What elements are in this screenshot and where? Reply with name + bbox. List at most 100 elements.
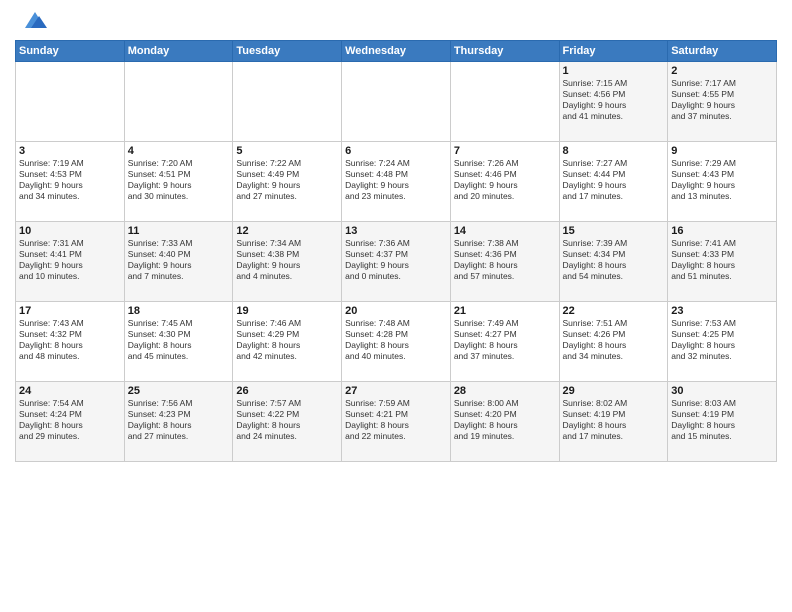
day-info: Sunrise: 7:27 AM Sunset: 4:44 PM Dayligh… — [563, 158, 665, 202]
week-row-5: 24Sunrise: 7:54 AM Sunset: 4:24 PM Dayli… — [16, 382, 777, 462]
logo — [15, 10, 47, 32]
header-row: SundayMondayTuesdayWednesdayThursdayFrid… — [16, 41, 777, 62]
week-row-1: 1Sunrise: 7:15 AM Sunset: 4:56 PM Daylig… — [16, 62, 777, 142]
calendar-cell — [124, 62, 233, 142]
week-row-4: 17Sunrise: 7:43 AM Sunset: 4:32 PM Dayli… — [16, 302, 777, 382]
calendar-cell: 5Sunrise: 7:22 AM Sunset: 4:49 PM Daylig… — [233, 142, 342, 222]
header-day-thursday: Thursday — [450, 41, 559, 62]
header-day-sunday: Sunday — [16, 41, 125, 62]
calendar-cell: 2Sunrise: 7:17 AM Sunset: 4:55 PM Daylig… — [668, 62, 777, 142]
day-number: 7 — [454, 145, 556, 157]
day-info: Sunrise: 7:57 AM Sunset: 4:22 PM Dayligh… — [236, 398, 338, 442]
page: SundayMondayTuesdayWednesdayThursdayFrid… — [0, 0, 792, 612]
day-info: Sunrise: 8:03 AM Sunset: 4:19 PM Dayligh… — [671, 398, 773, 442]
day-number: 25 — [128, 385, 230, 397]
calendar-cell: 30Sunrise: 8:03 AM Sunset: 4:19 PM Dayli… — [668, 382, 777, 462]
calendar-cell: 10Sunrise: 7:31 AM Sunset: 4:41 PM Dayli… — [16, 222, 125, 302]
calendar-cell: 12Sunrise: 7:34 AM Sunset: 4:38 PM Dayli… — [233, 222, 342, 302]
calendar-cell: 1Sunrise: 7:15 AM Sunset: 4:56 PM Daylig… — [559, 62, 668, 142]
calendar-cell: 19Sunrise: 7:46 AM Sunset: 4:29 PM Dayli… — [233, 302, 342, 382]
calendar-cell: 11Sunrise: 7:33 AM Sunset: 4:40 PM Dayli… — [124, 222, 233, 302]
day-info: Sunrise: 7:41 AM Sunset: 4:33 PM Dayligh… — [671, 238, 773, 282]
calendar-cell — [342, 62, 451, 142]
day-number: 3 — [19, 145, 121, 157]
calendar-body: 1Sunrise: 7:15 AM Sunset: 4:56 PM Daylig… — [16, 62, 777, 462]
day-number: 24 — [19, 385, 121, 397]
calendar-cell: 26Sunrise: 7:57 AM Sunset: 4:22 PM Dayli… — [233, 382, 342, 462]
day-number: 10 — [19, 225, 121, 237]
day-number: 9 — [671, 145, 773, 157]
day-number: 1 — [563, 65, 665, 77]
calendar-cell: 21Sunrise: 7:49 AM Sunset: 4:27 PM Dayli… — [450, 302, 559, 382]
day-info: Sunrise: 7:43 AM Sunset: 4:32 PM Dayligh… — [19, 318, 121, 362]
day-number: 8 — [563, 145, 665, 157]
day-number: 30 — [671, 385, 773, 397]
day-info: Sunrise: 7:36 AM Sunset: 4:37 PM Dayligh… — [345, 238, 447, 282]
calendar-cell: 15Sunrise: 7:39 AM Sunset: 4:34 PM Dayli… — [559, 222, 668, 302]
calendar-cell: 27Sunrise: 7:59 AM Sunset: 4:21 PM Dayli… — [342, 382, 451, 462]
day-info: Sunrise: 7:24 AM Sunset: 4:48 PM Dayligh… — [345, 158, 447, 202]
day-number: 2 — [671, 65, 773, 77]
header-day-monday: Monday — [124, 41, 233, 62]
day-number: 28 — [454, 385, 556, 397]
day-number: 4 — [128, 145, 230, 157]
calendar-cell: 23Sunrise: 7:53 AM Sunset: 4:25 PM Dayli… — [668, 302, 777, 382]
calendar-cell: 14Sunrise: 7:38 AM Sunset: 4:36 PM Dayli… — [450, 222, 559, 302]
day-number: 13 — [345, 225, 447, 237]
header-day-wednesday: Wednesday — [342, 41, 451, 62]
day-number: 19 — [236, 305, 338, 317]
day-number: 20 — [345, 305, 447, 317]
day-number: 15 — [563, 225, 665, 237]
calendar-header: SundayMondayTuesdayWednesdayThursdayFrid… — [16, 41, 777, 62]
logo-icon — [17, 10, 47, 32]
calendar-cell: 29Sunrise: 8:02 AM Sunset: 4:19 PM Dayli… — [559, 382, 668, 462]
header-day-friday: Friday — [559, 41, 668, 62]
day-number: 18 — [128, 305, 230, 317]
day-number: 22 — [563, 305, 665, 317]
calendar-cell: 25Sunrise: 7:56 AM Sunset: 4:23 PM Dayli… — [124, 382, 233, 462]
calendar-cell: 9Sunrise: 7:29 AM Sunset: 4:43 PM Daylig… — [668, 142, 777, 222]
day-info: Sunrise: 8:00 AM Sunset: 4:20 PM Dayligh… — [454, 398, 556, 442]
day-number: 23 — [671, 305, 773, 317]
day-info: Sunrise: 7:54 AM Sunset: 4:24 PM Dayligh… — [19, 398, 121, 442]
day-number: 11 — [128, 225, 230, 237]
calendar-table: SundayMondayTuesdayWednesdayThursdayFrid… — [15, 40, 777, 462]
day-info: Sunrise: 7:17 AM Sunset: 4:55 PM Dayligh… — [671, 78, 773, 122]
calendar-cell: 22Sunrise: 7:51 AM Sunset: 4:26 PM Dayli… — [559, 302, 668, 382]
day-info: Sunrise: 7:51 AM Sunset: 4:26 PM Dayligh… — [563, 318, 665, 362]
day-info: Sunrise: 7:22 AM Sunset: 4:49 PM Dayligh… — [236, 158, 338, 202]
calendar-cell: 16Sunrise: 7:41 AM Sunset: 4:33 PM Dayli… — [668, 222, 777, 302]
calendar-cell: 13Sunrise: 7:36 AM Sunset: 4:37 PM Dayli… — [342, 222, 451, 302]
calendar-cell: 28Sunrise: 8:00 AM Sunset: 4:20 PM Dayli… — [450, 382, 559, 462]
day-info: Sunrise: 7:38 AM Sunset: 4:36 PM Dayligh… — [454, 238, 556, 282]
day-info: Sunrise: 7:33 AM Sunset: 4:40 PM Dayligh… — [128, 238, 230, 282]
day-number: 14 — [454, 225, 556, 237]
day-number: 12 — [236, 225, 338, 237]
day-number: 16 — [671, 225, 773, 237]
day-info: Sunrise: 7:31 AM Sunset: 4:41 PM Dayligh… — [19, 238, 121, 282]
day-info: Sunrise: 7:34 AM Sunset: 4:38 PM Dayligh… — [236, 238, 338, 282]
day-number: 27 — [345, 385, 447, 397]
day-info: Sunrise: 7:46 AM Sunset: 4:29 PM Dayligh… — [236, 318, 338, 362]
day-number: 29 — [563, 385, 665, 397]
day-number: 21 — [454, 305, 556, 317]
day-info: Sunrise: 7:53 AM Sunset: 4:25 PM Dayligh… — [671, 318, 773, 362]
day-info: Sunrise: 7:20 AM Sunset: 4:51 PM Dayligh… — [128, 158, 230, 202]
calendar-cell: 18Sunrise: 7:45 AM Sunset: 4:30 PM Dayli… — [124, 302, 233, 382]
day-info: Sunrise: 8:02 AM Sunset: 4:19 PM Dayligh… — [563, 398, 665, 442]
day-info: Sunrise: 7:26 AM Sunset: 4:46 PM Dayligh… — [454, 158, 556, 202]
day-info: Sunrise: 7:49 AM Sunset: 4:27 PM Dayligh… — [454, 318, 556, 362]
week-row-2: 3Sunrise: 7:19 AM Sunset: 4:53 PM Daylig… — [16, 142, 777, 222]
week-row-3: 10Sunrise: 7:31 AM Sunset: 4:41 PM Dayli… — [16, 222, 777, 302]
calendar-cell: 8Sunrise: 7:27 AM Sunset: 4:44 PM Daylig… — [559, 142, 668, 222]
day-info: Sunrise: 7:19 AM Sunset: 4:53 PM Dayligh… — [19, 158, 121, 202]
day-number: 5 — [236, 145, 338, 157]
day-number: 6 — [345, 145, 447, 157]
header — [15, 10, 777, 32]
calendar-cell: 3Sunrise: 7:19 AM Sunset: 4:53 PM Daylig… — [16, 142, 125, 222]
calendar-cell — [16, 62, 125, 142]
calendar-cell — [233, 62, 342, 142]
day-number: 17 — [19, 305, 121, 317]
calendar-cell: 4Sunrise: 7:20 AM Sunset: 4:51 PM Daylig… — [124, 142, 233, 222]
calendar-cell: 24Sunrise: 7:54 AM Sunset: 4:24 PM Dayli… — [16, 382, 125, 462]
